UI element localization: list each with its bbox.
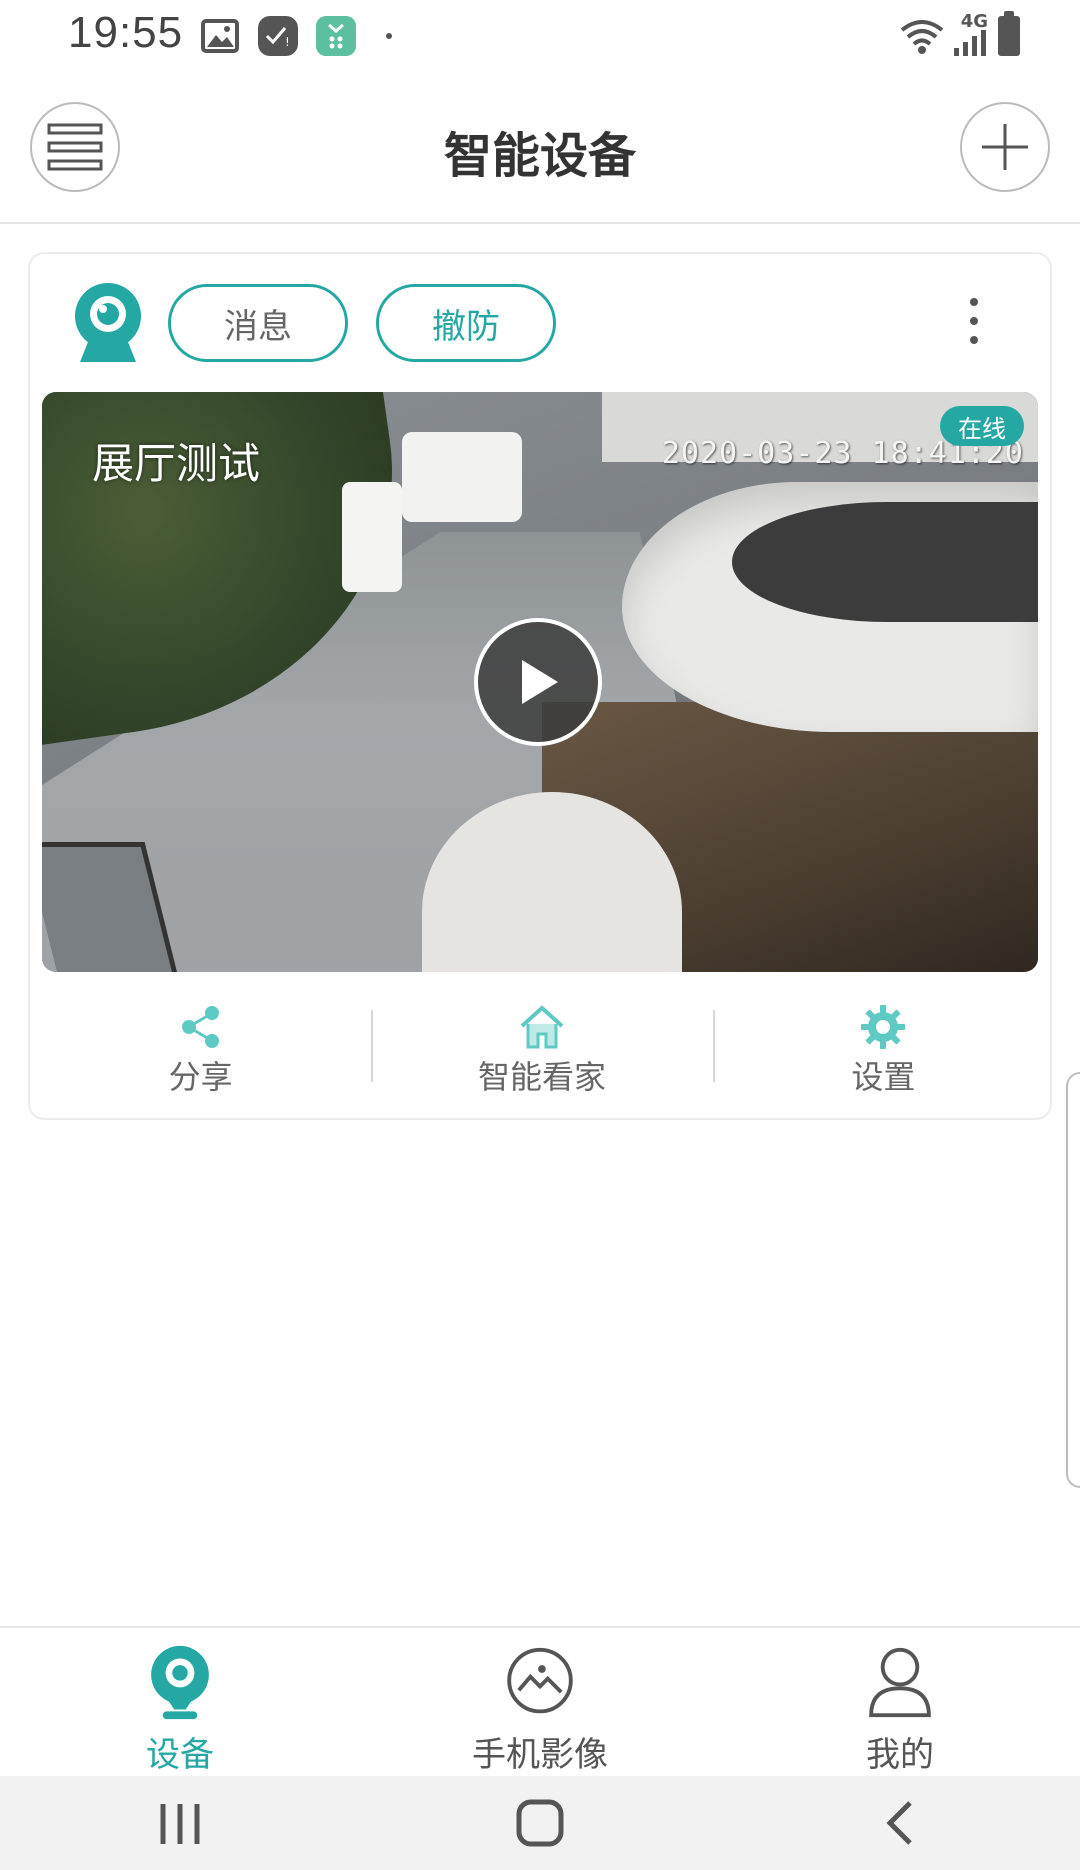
status-right-icons: 4G: [900, 11, 1020, 56]
app-icon: [316, 16, 356, 56]
nav-label-photos: 手机影像: [472, 1735, 608, 1775]
smart-home-action[interactable]: 智能看家: [371, 994, 712, 1114]
nav-label-devices: 设备: [146, 1735, 214, 1775]
signal-4g-icon: 4G: [954, 11, 988, 56]
play-icon: [522, 660, 558, 704]
network-label: 4G: [960, 11, 988, 32]
status-badge: 在线: [940, 406, 1024, 446]
add-icon: [982, 124, 1028, 170]
back-button[interactable]: [860, 1793, 940, 1853]
disarm-button[interactable]: 撤防: [376, 284, 556, 362]
gallery-icon: [200, 16, 240, 56]
bottom-nav: 设备 手机影像 我的: [0, 1626, 1080, 1776]
video-preview[interactable]: 展厅测试 2020-03-23 18:41:20 在线: [42, 392, 1038, 972]
status-time: 19:55: [68, 8, 184, 57]
home-icon: [520, 1005, 564, 1049]
gear-icon: [861, 1005, 906, 1049]
nav-item-profile[interactable]: 我的: [720, 1628, 1080, 1776]
back-icon: [886, 1801, 912, 1845]
device-actions: 分享 智能看家 设置: [30, 994, 1054, 1114]
wifi-icon: [900, 20, 944, 54]
device-name: 展厅测试: [92, 439, 261, 488]
system-nav-bar: [0, 1776, 1080, 1870]
app-header: 智能设备: [0, 76, 1080, 224]
recents-button[interactable]: [140, 1793, 220, 1853]
share-action[interactable]: 分享: [30, 994, 371, 1114]
add-device-button[interactable]: [960, 102, 1050, 192]
nav-item-photos[interactable]: 手机影像: [360, 1628, 720, 1776]
status-bar: 19:55 ! 4G: [0, 0, 1080, 76]
more-vertical-icon[interactable]: [968, 298, 980, 344]
nav-label-profile: 我的: [866, 1735, 934, 1775]
system-home-button[interactable]: [500, 1793, 580, 1853]
settings-action[interactable]: 设置: [712, 994, 1054, 1114]
recents-icon: [160, 1804, 200, 1844]
svg-text:!: !: [285, 35, 290, 48]
battery-icon: [998, 11, 1020, 56]
share-label: 分享: [168, 1058, 233, 1096]
edge-panel-handle[interactable]: [1066, 1072, 1080, 1488]
user-icon: [869, 1647, 931, 1718]
settings-label: 设置: [851, 1058, 916, 1096]
camera-device-icon: [75, 283, 141, 362]
device-card: 消息 撤防 展厅测试 2020-03-23 18:41:20 在线 分享 智能看…: [28, 252, 1052, 1120]
home-icon: [516, 1799, 564, 1847]
play-button[interactable]: [474, 618, 602, 746]
camera-device-icon: [151, 1645, 209, 1720]
photo-icon: [507, 1647, 573, 1714]
nav-item-devices[interactable]: 设备: [0, 1628, 360, 1776]
page-title: 智能设备: [443, 128, 636, 184]
dot-icon: [386, 33, 392, 39]
share-icon: [181, 1006, 219, 1048]
notification-icons: !: [200, 16, 392, 56]
notification-icon: !: [258, 16, 298, 56]
message-button[interactable]: 消息: [168, 284, 348, 362]
smart-home-label: 智能看家: [477, 1058, 606, 1096]
